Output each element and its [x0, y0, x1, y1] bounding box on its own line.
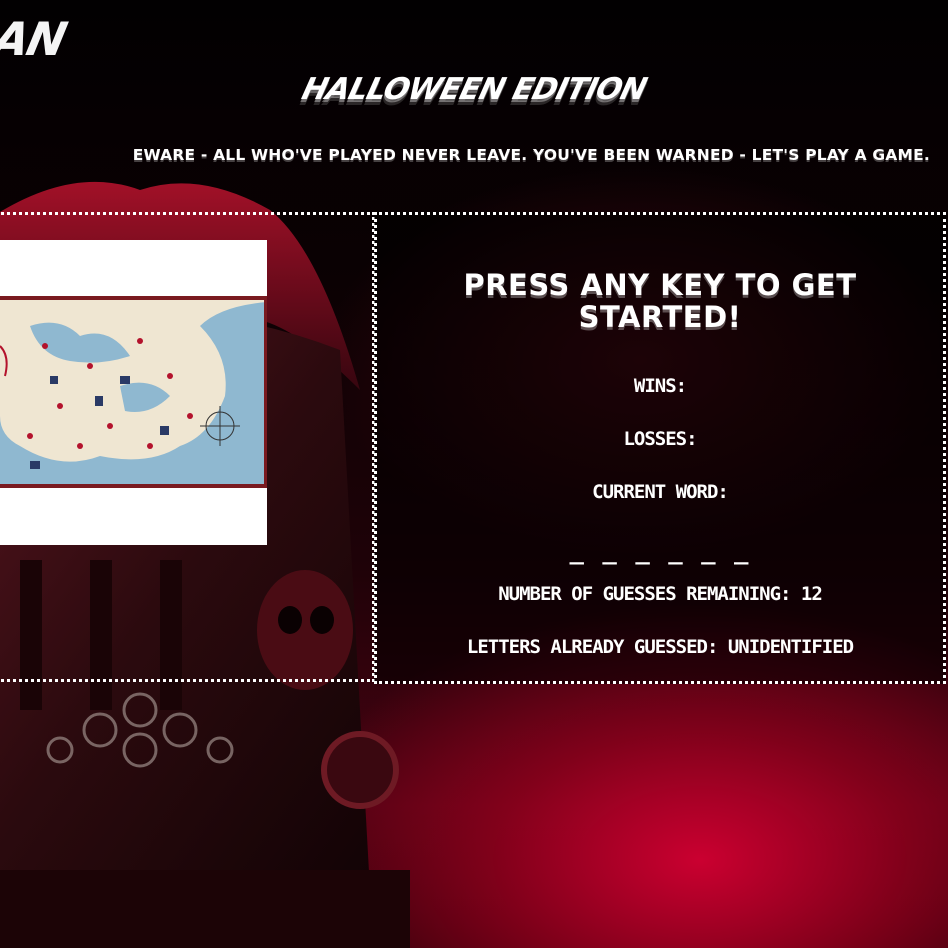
- game-logo: AN: [0, 12, 70, 66]
- map-card: [0, 240, 267, 545]
- letters-guessed-label: LETTERS ALREADY GUESSED: UNIDENTIFIED: [466, 636, 854, 658]
- guesses-remaining-label: NUMBER OF GUESSES REMAINING: 12: [498, 583, 823, 605]
- edition-title: HALLOWEEN EDITION: [298, 72, 650, 107]
- current-word-label: CURRENT WORD:: [592, 481, 729, 503]
- start-prompt: PRESS ANY KEY TO GET STARTED!: [463, 268, 857, 334]
- losses-label: LOSSES:: [623, 428, 697, 450]
- wins-label: WINS:: [633, 375, 687, 397]
- word-blanks: _ _ _ _ _ _: [569, 537, 751, 565]
- game-page: AN HALLOWEEN EDITION EWARE - ALL WHO'VE …: [0, 0, 948, 948]
- warning-tagline: EWARE - ALL WHO'VE PLAYED NEVER LEAVE. Y…: [132, 146, 930, 164]
- game-panel: PRESS ANY KEY TO GET STARTED! WINS: LOSS…: [374, 212, 946, 684]
- monster-map-image: [0, 296, 267, 488]
